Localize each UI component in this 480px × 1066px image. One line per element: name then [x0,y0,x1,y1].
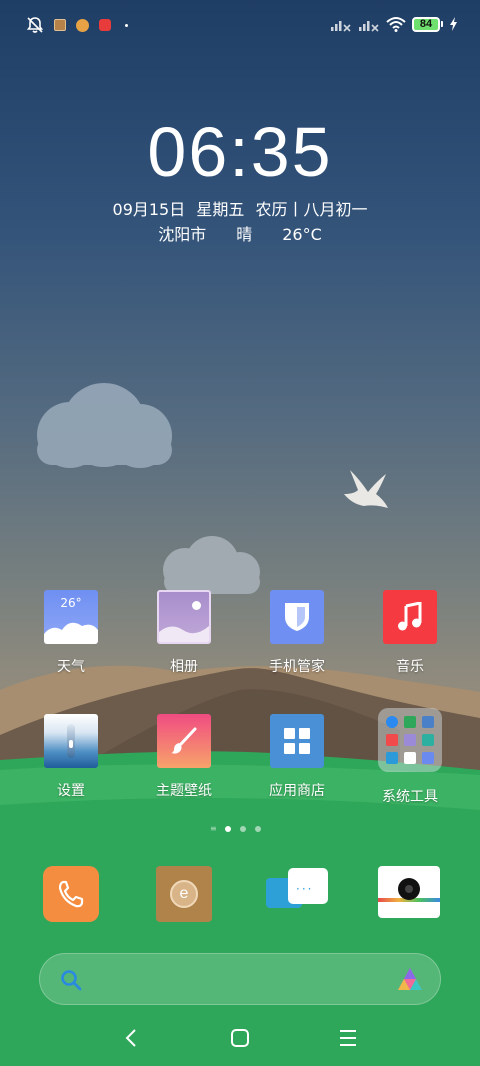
messages-icon[interactable]: ··· [266,866,330,922]
weather-icon: 26° [44,590,98,644]
gallery-icon [157,590,211,644]
red-app-icon [99,19,111,31]
bell-muted-icon [26,17,44,33]
status-left [26,16,128,34]
cloud-large [37,383,172,468]
app-settings[interactable]: 设置 [21,714,121,800]
app-security[interactable]: 手机管家 [247,590,347,676]
recents-icon[interactable] [338,1028,358,1048]
temperature-text: 26°C [282,225,322,244]
battery-tip [441,21,443,27]
browser-icon[interactable]: e [156,866,212,922]
charging-icon [450,17,457,31]
app-label: 应用商店 [269,783,325,799]
weather-temp-badge: 26° [60,596,82,610]
navigation-bar [0,1018,480,1058]
app-notification-icon [54,19,66,31]
page-indicator[interactable]: ≡ [210,824,261,833]
themes-brush-icon [157,714,211,768]
battery-level: 84 [412,16,440,32]
folder-icon [378,708,442,772]
music-icon [383,590,437,644]
app-label: 相册 [170,659,198,675]
home-screen: 84 06:35 09月15日 星期五 农历丨八月初一 沈阳市 晴 26°C 26°… [0,0,480,1066]
app-label: 音乐 [396,659,424,675]
app-weather[interactable]: 26° 天气 [21,590,121,676]
app-label: 设置 [57,783,85,799]
assistant-icon[interactable] [396,966,424,994]
back-icon[interactable] [122,1027,142,1049]
orange-circle-icon [76,18,89,32]
status-right: 84 [330,16,458,32]
clock-time[interactable]: 06:35 [0,112,480,192]
date-text: 09月15日 [112,200,186,219]
camera-icon[interactable] [378,866,440,918]
status-bar: 84 [0,0,480,50]
settings-icon [44,714,98,768]
page-dot [255,826,261,832]
signal-no-sim-1-icon [331,21,351,32]
app-gallery[interactable]: 相册 [134,590,234,676]
lunar-text: 农历丨八月初一 [255,200,368,219]
security-shield-icon [270,590,324,644]
weekday-text: 星期五 [196,200,245,219]
app-themes[interactable]: 主题壁纸 [134,714,234,800]
dove [344,470,388,508]
search-bar[interactable] [39,953,441,1005]
more-dot-icon [125,23,128,27]
cloud-small [163,536,260,594]
app-store[interactable]: 应用商店 [247,714,347,800]
page-menu-icon: ≡ [210,824,217,833]
app-folder-system-tools[interactable]: 系统工具 [360,708,460,806]
city-text: 沈阳市 [158,225,207,244]
signal-no-sim-2-icon [359,21,379,32]
app-label: 手机管家 [269,659,325,675]
page-dot [225,826,231,832]
app-music[interactable]: 音乐 [360,590,460,676]
page-dot [240,826,246,832]
home-icon[interactable] [229,1027,251,1049]
app-store-icon [270,714,324,768]
search-icon [61,970,82,991]
phone-icon[interactable] [43,866,99,922]
app-label: 天气 [57,659,85,675]
battery-indicator: 84 [412,16,443,32]
app-label: 系统工具 [382,789,438,805]
app-label: 主题壁纸 [156,783,212,799]
weather-text: 晴 [236,225,253,244]
date-line[interactable]: 09月15日 星期五 农历丨八月初一 [0,196,480,220]
weather-line[interactable]: 沈阳市 晴 26°C [0,221,480,245]
wifi-icon [386,17,406,32]
